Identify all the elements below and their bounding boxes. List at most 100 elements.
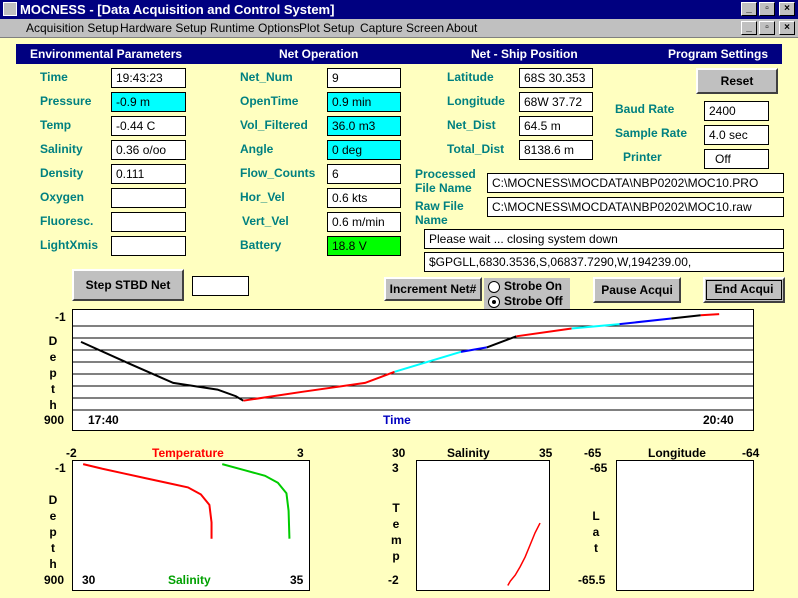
time-field: 19:43:23	[111, 68, 186, 88]
opentime-field: 0.9 min	[327, 92, 401, 112]
menu-acquisition-setup[interactable]: Acquisition Setup	[26, 21, 119, 35]
depth-axis-label: Depth	[48, 333, 58, 413]
net-dist-field: 64.5 m	[519, 116, 593, 136]
status-message: Please wait ... closing system down	[424, 229, 784, 249]
net-num-field: 9	[327, 68, 401, 88]
temp-min-tick: -2	[66, 446, 77, 460]
pressure-label: Pressure	[40, 94, 92, 108]
window-title-text: MOCNESS - [Data Acquisition and Control …	[20, 2, 335, 17]
printer-field[interactable]: Off	[704, 149, 769, 169]
raw-file-label-line2: Name	[415, 213, 448, 227]
sample-rate-label: Sample Rate	[615, 126, 688, 140]
vert-vel-field: 0.6 m/min	[327, 212, 401, 232]
end-acqui-button[interactable]: End Acqui	[703, 277, 785, 303]
ts-temp-min-tick: -2	[388, 573, 399, 587]
raw-file-label-line1: Raw File	[415, 199, 464, 213]
section-header-bar: Environmental Parameters Net Operation N…	[16, 44, 782, 64]
processed-file-field: C:\MOCNESS\MOCDATA\NBP0202\MOC10.PRO	[487, 173, 784, 193]
pause-acqui-button[interactable]: Pause Acqui	[593, 277, 681, 303]
temp-field: -0.44 C	[111, 116, 186, 136]
opentime-label: OpenTime	[240, 94, 299, 108]
latitude-label: Latitude	[447, 70, 494, 84]
profile-depth-top-tick: -1	[55, 461, 66, 475]
menu-capture-screen[interactable]: Capture Screen	[360, 21, 444, 35]
axis-label-char: e	[392, 517, 400, 531]
depth-bottom-tick: 900	[44, 413, 65, 427]
ts-temp-axis-label: Temp	[391, 500, 402, 564]
oxygen-label: Oxygen	[40, 190, 85, 204]
increment-net-button[interactable]: Increment Net#	[384, 277, 482, 301]
header-position: Net - Ship Position	[471, 47, 578, 61]
temperature-axis-label: Temperature	[152, 446, 224, 460]
ts-trace	[507, 522, 541, 586]
salinity-axis-label: Salinity	[168, 573, 211, 587]
lat-lon-plot	[616, 460, 754, 591]
axis-label-char: t	[594, 541, 598, 555]
time-axis-label: Time	[383, 413, 411, 427]
lon-max-tick: -64	[742, 446, 760, 460]
menu-runtime-options[interactable]: Runtime Options	[210, 21, 299, 35]
restore-button[interactable]: ▫	[759, 2, 775, 16]
reset-button[interactable]: Reset	[696, 68, 778, 94]
net-dist-label: Net_Dist	[447, 118, 496, 132]
vol-filtered-label: Vol_Filtered	[240, 118, 308, 132]
axis-label-char: p	[392, 549, 400, 563]
minimize-button[interactable]: _	[741, 2, 757, 16]
fluoresc-label: Fluoresc.	[40, 214, 94, 228]
app-icon	[3, 2, 17, 16]
angle-label: Angle	[240, 142, 274, 156]
processed-file-label-line2: File Name	[415, 181, 472, 195]
close-button[interactable]: ×	[779, 2, 795, 16]
axis-label-char: T	[392, 501, 400, 515]
step-value-field[interactable]	[192, 276, 249, 296]
axis-label-char: p	[49, 366, 57, 380]
axis-label-char: h	[49, 398, 57, 412]
lon-min-tick: -65	[584, 446, 602, 460]
battery-field: 18.8 V	[327, 236, 401, 256]
longitude-label: Longitude	[447, 94, 505, 108]
axis-label-char: t	[51, 541, 55, 555]
temp-max-tick: 3	[297, 446, 304, 460]
printer-label: Printer	[623, 150, 662, 164]
child-minimize-button[interactable]: _	[741, 21, 757, 35]
baud-rate-field[interactable]: 2400	[704, 101, 769, 121]
depth-trace-segment	[516, 327, 572, 338]
depth-time-plot: 17:40 Time 20:40	[72, 309, 754, 431]
gps-string: $GPGLL,6830.3536,S,06837.7290,W,194239.0…	[424, 252, 784, 272]
flow-counts-label: Flow_Counts	[240, 166, 316, 180]
lat-axis-label: Lat	[591, 508, 601, 556]
ts-title: Salinity	[447, 446, 490, 460]
axis-label-char: D	[48, 493, 58, 507]
processed-file-label-line1: Processed	[415, 167, 476, 181]
menu-about[interactable]: About	[446, 21, 477, 35]
menu-hardware-setup[interactable]: Hardware Setup	[120, 21, 207, 35]
depth-trace-segment	[80, 340, 244, 402]
depth-top-tick: -1	[55, 310, 66, 324]
axis-label-char: D	[48, 334, 58, 348]
strobe-on-radio[interactable]	[488, 281, 500, 293]
lightxmis-field	[111, 236, 186, 256]
axis-label-char: t	[51, 382, 55, 396]
baud-rate-label: Baud Rate	[615, 102, 675, 116]
vol-filtered-field: 36.0 m3	[327, 116, 401, 136]
axis-label-char: a	[592, 525, 600, 539]
lat-bottom-tick: -65.5	[578, 573, 606, 587]
profile-depth-axis-label: Depth	[48, 492, 58, 572]
menu-plot-setup[interactable]: Plot Setup	[299, 21, 354, 35]
processed-file-label: Processed File Name	[415, 167, 485, 195]
total-dist-label: Total_Dist	[447, 142, 505, 156]
temperature-profile-line	[82, 463, 213, 539]
sample-rate-field[interactable]: 4.0 sec	[704, 125, 769, 145]
battery-label: Battery	[240, 238, 282, 252]
strobe-group: Strobe On Strobe Off	[484, 278, 570, 311]
strobe-off-radio[interactable]	[488, 296, 500, 308]
density-label: Density	[40, 166, 84, 180]
depth-trace-segment	[671, 314, 701, 320]
axis-label-char: e	[49, 509, 57, 523]
child-close-button[interactable]: ×	[779, 21, 795, 35]
salinity-label: Salinity	[40, 142, 83, 156]
step-stbd-net-button[interactable]: Step STBD Net	[72, 269, 184, 301]
child-restore-button[interactable]: ▫	[759, 21, 775, 35]
header-environmental: Environmental Parameters	[30, 47, 183, 61]
temp-salinity-profile-plot: 30 Salinity 35	[72, 460, 310, 591]
